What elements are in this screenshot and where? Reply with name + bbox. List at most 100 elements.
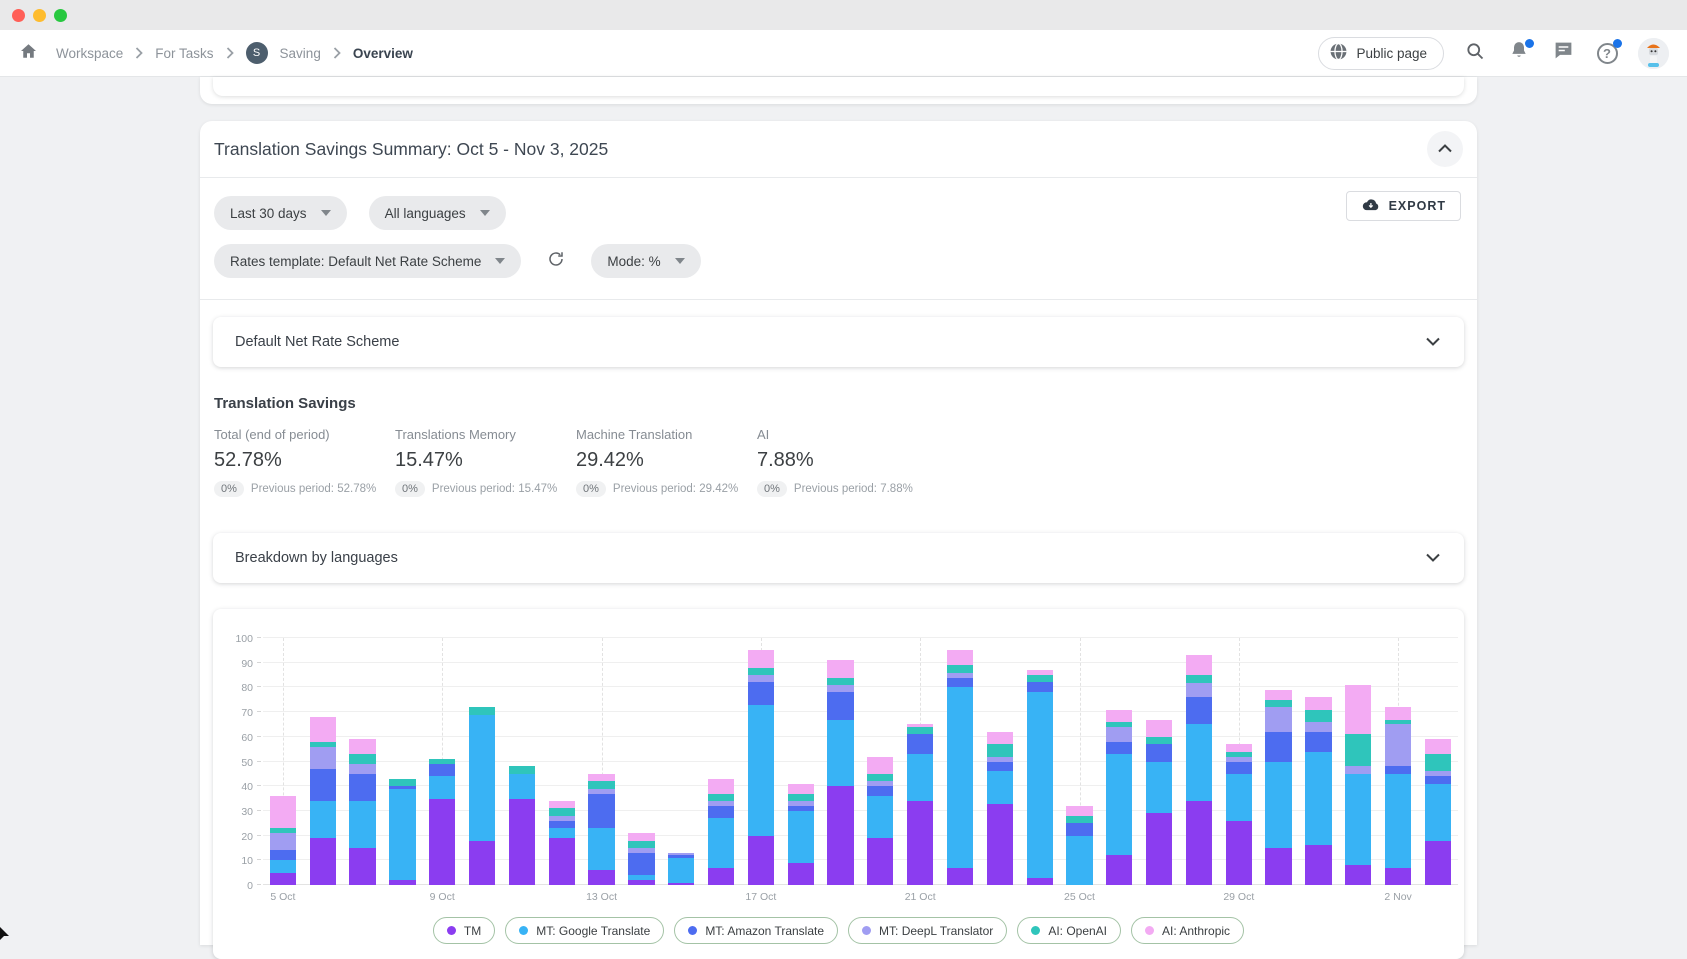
bar-segment[interactable] bbox=[1027, 692, 1053, 877]
bar-segment[interactable] bbox=[310, 769, 336, 801]
bar-segment[interactable] bbox=[1345, 685, 1371, 734]
bar-segment[interactable] bbox=[349, 801, 375, 848]
stacked-bar-17-oct[interactable] bbox=[748, 638, 774, 885]
bar-segment[interactable] bbox=[827, 685, 853, 692]
minimize-window-button[interactable] bbox=[33, 9, 46, 22]
bar-segment[interactable] bbox=[1265, 762, 1291, 848]
bar-segment[interactable] bbox=[310, 838, 336, 885]
bar-segment[interactable] bbox=[1106, 754, 1132, 855]
bar-segment[interactable] bbox=[827, 692, 853, 719]
bar-segment[interactable] bbox=[1425, 841, 1451, 885]
stacked-bar-6-oct[interactable] bbox=[310, 638, 336, 885]
bar-segment[interactable] bbox=[1226, 821, 1252, 885]
bar-segment[interactable] bbox=[947, 678, 973, 688]
bar-segment[interactable] bbox=[1305, 752, 1331, 846]
bar-segment[interactable] bbox=[1305, 845, 1331, 885]
bar-segment[interactable] bbox=[1345, 865, 1371, 885]
stacked-bar-16-oct[interactable] bbox=[708, 638, 734, 885]
bar-segment[interactable] bbox=[827, 786, 853, 885]
breakdown-section-row[interactable]: Breakdown by languages bbox=[213, 533, 1464, 583]
expand-rate-scheme-button[interactable] bbox=[1416, 325, 1450, 359]
legend-item[interactable]: MT: Amazon Translate bbox=[674, 917, 838, 944]
bar-segment[interactable] bbox=[389, 880, 415, 885]
bar-segment[interactable] bbox=[1265, 700, 1291, 707]
help-button[interactable]: ? bbox=[1594, 40, 1620, 66]
bar-segment[interactable] bbox=[827, 720, 853, 787]
bar-segment[interactable] bbox=[349, 848, 375, 885]
bar-segment[interactable] bbox=[1186, 697, 1212, 724]
bar-segment[interactable] bbox=[1425, 754, 1451, 771]
bar-segment[interactable] bbox=[349, 754, 375, 764]
bar-segment[interactable] bbox=[588, 794, 614, 829]
legend-item[interactable]: MT: DeepL Translator bbox=[848, 917, 1007, 944]
bar-segment[interactable] bbox=[867, 838, 893, 885]
home-button[interactable] bbox=[14, 39, 42, 67]
bar-segment[interactable] bbox=[1146, 720, 1172, 737]
bar-segment[interactable] bbox=[1226, 774, 1252, 821]
bar-segment[interactable] bbox=[1027, 878, 1053, 885]
bar-segment[interactable] bbox=[549, 838, 575, 885]
stacked-bar-25-oct[interactable] bbox=[1066, 638, 1092, 885]
bar-segment[interactable] bbox=[907, 727, 933, 734]
bar-segment[interactable] bbox=[1345, 734, 1371, 766]
bar-segment[interactable] bbox=[748, 836, 774, 885]
bar-segment[interactable] bbox=[628, 833, 654, 840]
bar-segment[interactable] bbox=[867, 796, 893, 838]
bar-segment[interactable] bbox=[947, 687, 973, 867]
bar-segment[interactable] bbox=[429, 799, 455, 885]
refresh-button[interactable] bbox=[543, 248, 569, 274]
bar-segment[interactable] bbox=[1186, 675, 1212, 682]
collapse-card-button[interactable] bbox=[1427, 131, 1463, 167]
bar-segment[interactable] bbox=[429, 776, 455, 798]
bar-segment[interactable] bbox=[907, 734, 933, 754]
bar-segment[interactable] bbox=[1265, 732, 1291, 762]
bar-segment[interactable] bbox=[947, 868, 973, 885]
bar-segment[interactable] bbox=[270, 873, 296, 885]
bar-segment[interactable] bbox=[429, 764, 455, 776]
bar-segment[interactable] bbox=[270, 833, 296, 850]
bar-segment[interactable] bbox=[708, 779, 734, 794]
bar-segment[interactable] bbox=[867, 774, 893, 781]
stacked-bar-8-oct[interactable] bbox=[389, 638, 415, 885]
stacked-bar-14-oct[interactable] bbox=[628, 638, 654, 885]
bar-segment[interactable] bbox=[1066, 806, 1092, 816]
breadcrumb-saving[interactable]: Saving bbox=[274, 46, 327, 61]
bar-segment[interactable] bbox=[270, 860, 296, 872]
bar-segment[interactable] bbox=[1385, 766, 1411, 773]
stacked-bar-21-oct[interactable] bbox=[907, 638, 933, 885]
bar-segment[interactable] bbox=[549, 828, 575, 838]
bar-segment[interactable] bbox=[628, 880, 654, 885]
stacked-bar-9-oct[interactable] bbox=[429, 638, 455, 885]
bar-segment[interactable] bbox=[469, 707, 495, 714]
stacked-bar-19-oct[interactable] bbox=[827, 638, 853, 885]
bar-segment[interactable] bbox=[1226, 744, 1252, 751]
breadcrumb-workspace[interactable]: Workspace bbox=[50, 46, 129, 61]
bar-segment[interactable] bbox=[708, 806, 734, 818]
bar-segment[interactable] bbox=[748, 682, 774, 704]
bar-segment[interactable] bbox=[987, 804, 1013, 886]
bar-segment[interactable] bbox=[987, 744, 1013, 756]
bar-segment[interactable] bbox=[1186, 655, 1212, 675]
bar-segment[interactable] bbox=[1146, 813, 1172, 885]
bar-segment[interactable] bbox=[827, 678, 853, 685]
stacked-bar-18-oct[interactable] bbox=[788, 638, 814, 885]
bar-segment[interactable] bbox=[1425, 776, 1451, 783]
stacked-bar-20-oct[interactable] bbox=[867, 638, 893, 885]
bar-segment[interactable] bbox=[947, 650, 973, 665]
bar-segment[interactable] bbox=[987, 732, 1013, 744]
bar-segment[interactable] bbox=[668, 883, 694, 885]
bar-segment[interactable] bbox=[628, 841, 654, 848]
bar-segment[interactable] bbox=[788, 811, 814, 863]
bar-segment[interactable] bbox=[1385, 774, 1411, 868]
bar-segment[interactable] bbox=[987, 771, 1013, 803]
bar-segment[interactable] bbox=[349, 739, 375, 754]
bar-segment[interactable] bbox=[827, 660, 853, 677]
stacked-bar-23-oct[interactable] bbox=[987, 638, 1013, 885]
bar-segment[interactable] bbox=[1385, 707, 1411, 719]
stacked-bar-29-oct[interactable] bbox=[1226, 638, 1252, 885]
maximize-window-button[interactable] bbox=[54, 9, 67, 22]
bar-segment[interactable] bbox=[1066, 823, 1092, 835]
bar-segment[interactable] bbox=[509, 766, 535, 773]
stacked-bar-1-nov[interactable] bbox=[1345, 638, 1371, 885]
bar-segment[interactable] bbox=[1425, 784, 1451, 841]
